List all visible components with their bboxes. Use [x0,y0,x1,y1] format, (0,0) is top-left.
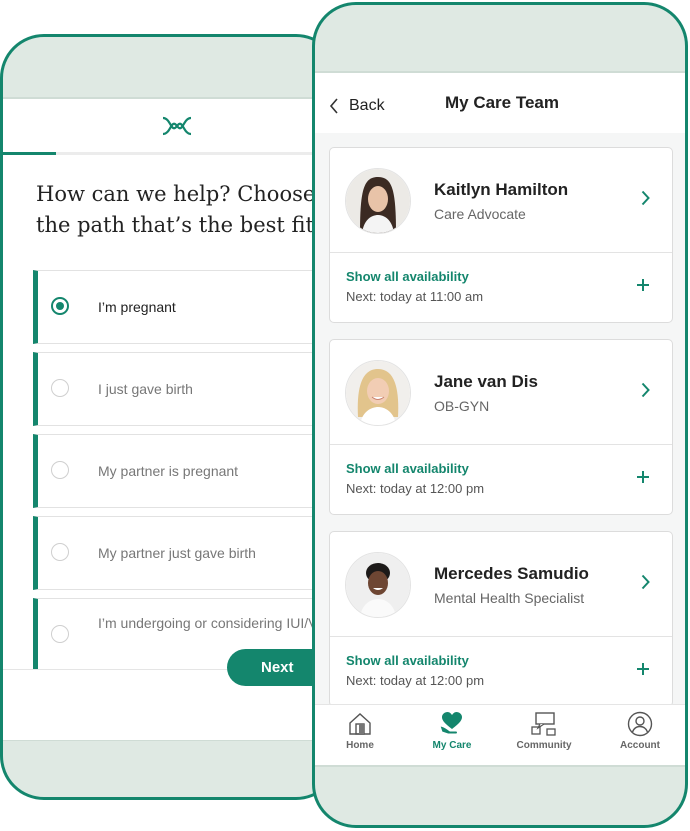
option-partner-pregnant[interactable]: My partner is pregnant [33,434,337,508]
divider [330,444,672,445]
home-icon [349,713,371,735]
radio-icon[interactable] [51,625,69,643]
radio-icon[interactable] [51,543,69,561]
member-role: Care Advocate [434,206,526,222]
radio-selected-icon[interactable] [51,297,69,315]
member-name: Kaitlyn Hamilton [434,180,569,199]
radio-icon[interactable] [51,461,69,479]
tab-label: My Care [432,740,472,751]
show-availability-link[interactable]: Show all availability [346,461,469,476]
divider [330,636,672,637]
show-availability-link[interactable]: Show all availability [346,269,469,284]
heart-hand-icon [439,712,462,735]
option-label: My partner is pregnant [98,463,239,479]
member-name: Mercedes Samudio [434,564,589,583]
option-label: I’m undergoing or considering IUI/VF [98,615,326,631]
tab-account[interactable]: Account [595,711,685,751]
page-title: My Care Team [444,93,559,112]
next-availability: Next: today at 12:00 pm [346,673,485,688]
option-just-gave-birth[interactable]: I just gave birth [33,352,337,426]
tab-label: Community [516,740,572,751]
chevron-right-icon[interactable] [641,574,650,590]
member-role: OB-GYN [434,398,490,414]
question-heading: How can we help? Choose the path that’s … [36,179,337,241]
care-member-card: Jane van Dis OB-GYN Show all availabilit… [329,339,673,515]
option-partner-gave-birth[interactable]: My partner just gave birth [33,516,337,590]
avatar [345,552,411,618]
chat-icon [531,712,556,736]
care-team-screen: Back My Care Team Kaitlyn Hamilton Care … [315,71,685,767]
tab-label: Home [346,740,374,751]
chevron-right-icon[interactable] [641,190,650,206]
bottom-tab-bar: Home My Care Community Account [315,704,685,765]
avatar [345,360,411,426]
option-im-pregnant[interactable]: I’m pregnant [33,270,337,344]
tab-my-care[interactable]: My Care [407,711,497,751]
progress-bar-fill [3,152,57,155]
option-label: My partner just gave birth [98,545,256,561]
option-label: I just gave birth [98,381,193,397]
account-icon [627,711,653,737]
next-availability: Next: today at 12:00 pm [346,481,485,496]
radio-icon[interactable] [51,379,69,397]
progress-bar [3,152,337,155]
member-role: Mental Health Specialist [434,590,585,606]
avatar [345,168,411,234]
tab-home[interactable]: Home [315,711,405,751]
plus-icon[interactable] [636,662,650,676]
plus-icon[interactable] [636,278,650,292]
member-name: Jane van Dis [434,372,538,391]
divider [330,252,672,253]
care-member-card: Mercedes Samudio Mental Health Specialis… [329,531,673,707]
brand-logo-icon [162,116,192,136]
next-availability: Next: today at 11:00 am [346,289,484,304]
onboarding-screen: How can we help? Choose the path that’s … [3,97,337,741]
plus-icon[interactable] [636,470,650,484]
question-line-1: How can we help? Choose [36,182,316,206]
tab-community[interactable]: Community [499,711,589,751]
care-member-card: Kaitlyn Hamilton Care Advocate Show all … [329,147,673,323]
chevron-right-icon[interactable] [641,382,650,398]
option-label: I’m pregnant [98,299,176,315]
phone-frame-right: Back My Care Team Kaitlyn Hamilton Care … [312,2,688,828]
show-availability-link[interactable]: Show all availability [346,653,469,668]
tab-label: Account [620,740,660,751]
question-line-2: the path that’s the best fit [36,213,314,237]
top-bar: Back My Care Team [315,73,685,133]
